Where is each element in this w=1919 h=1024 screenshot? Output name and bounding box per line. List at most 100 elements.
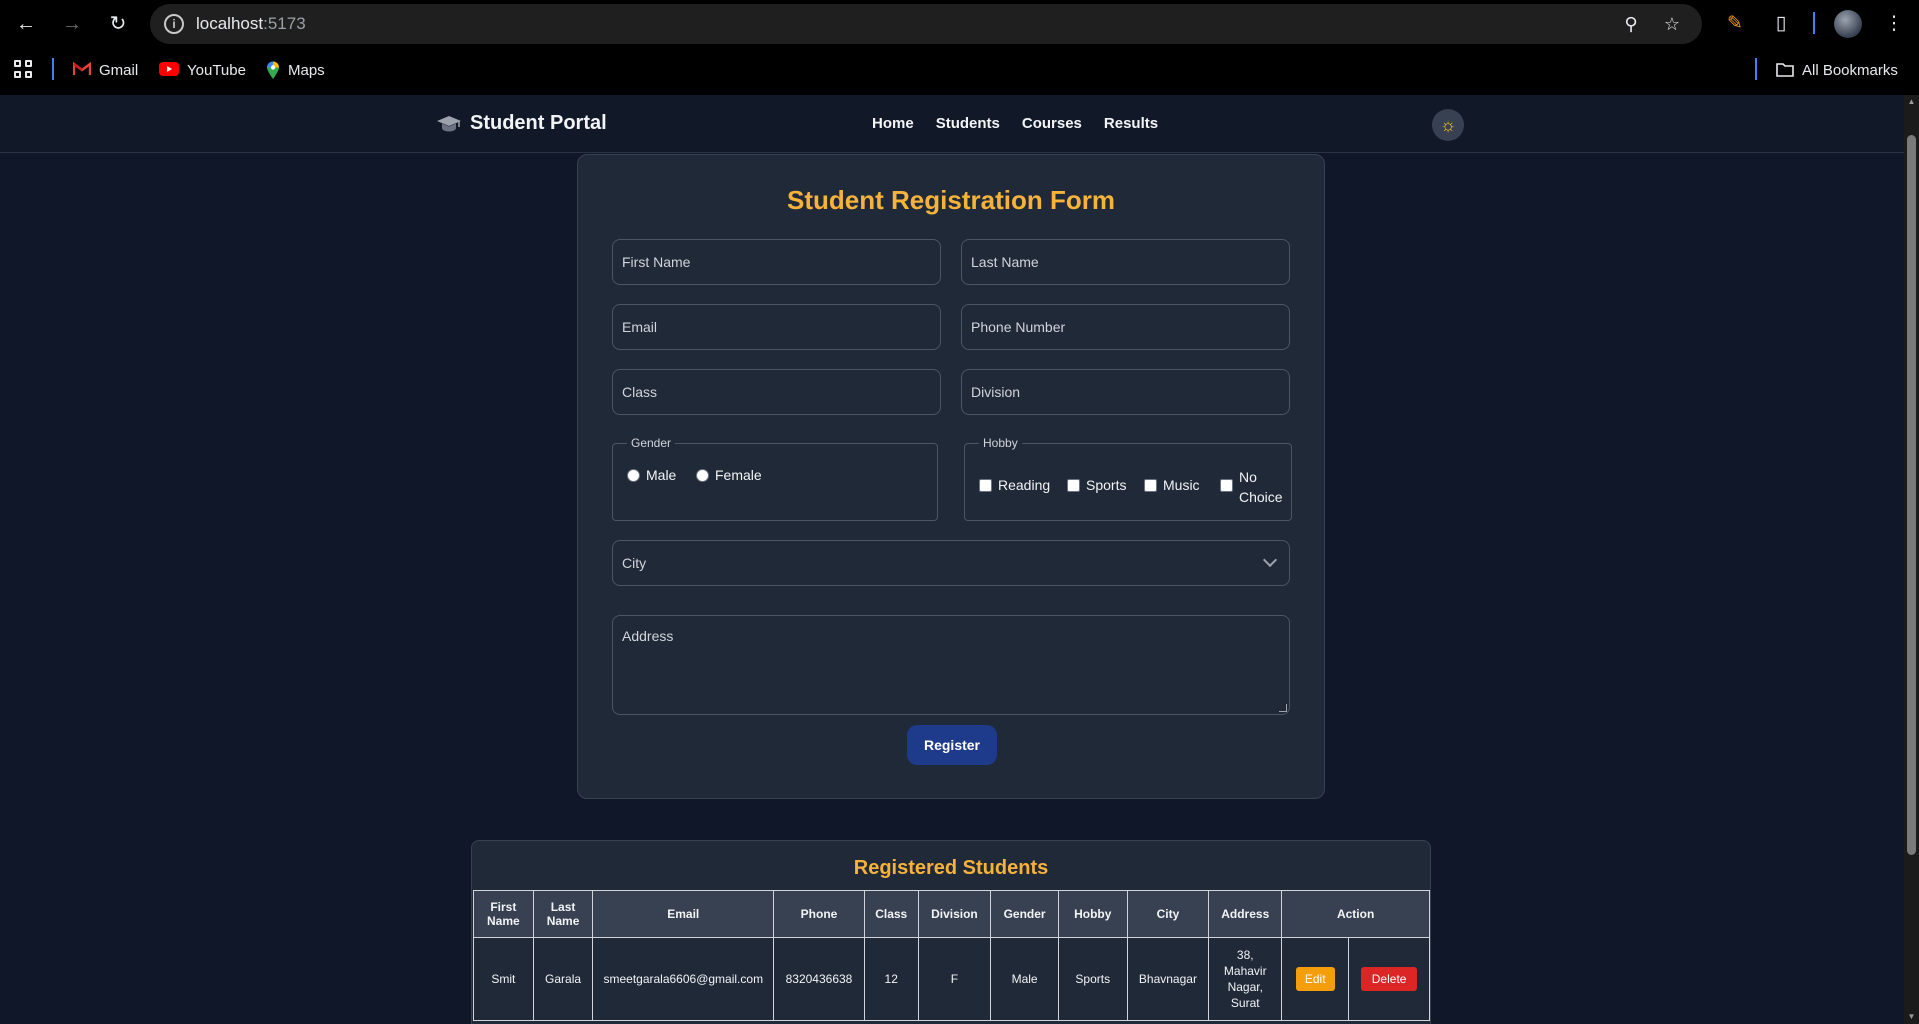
registration-form-card: Student Registration Form First Name Las… bbox=[577, 154, 1325, 799]
header-email: Email bbox=[592, 890, 775, 938]
folder-icon bbox=[1776, 62, 1794, 78]
scrollbar-thumb[interactable] bbox=[1907, 135, 1916, 855]
header-gender: Gender bbox=[990, 890, 1059, 938]
division-input[interactable]: Division bbox=[961, 369, 1290, 415]
all-bookmarks-divider bbox=[1755, 58, 1757, 80]
hobby-legend: Hobby bbox=[979, 436, 1022, 450]
sun-icon: ☼ bbox=[1439, 115, 1457, 135]
hobby-reading-label[interactable]: Reading bbox=[998, 477, 1050, 493]
nav-link-courses[interactable]: Courses bbox=[1022, 115, 1082, 132]
hobby-music-checkbox[interactable] bbox=[1144, 479, 1157, 492]
header-address: Address bbox=[1208, 890, 1283, 938]
gender-female-radio[interactable] bbox=[696, 469, 709, 482]
bookmark-star-icon[interactable]: ☆ bbox=[1661, 13, 1683, 35]
hobby-no-choice-label[interactable]: No Choice bbox=[1239, 467, 1289, 507]
app-navbar: Student Portal Home Students Courses Res… bbox=[0, 95, 1904, 153]
cell-gender: Male bbox=[990, 937, 1059, 1021]
gender-male-radio[interactable] bbox=[627, 469, 640, 482]
header-division: Division bbox=[917, 890, 992, 938]
pen-extension-icon[interactable]: ✎ bbox=[1723, 12, 1747, 36]
cell-division: F bbox=[917, 937, 992, 1021]
city-select-value: City bbox=[622, 555, 647, 571]
edit-button[interactable]: Edit bbox=[1295, 967, 1335, 991]
cell-last-name: Garala bbox=[532, 937, 594, 1021]
table-row: Smit Garala smeetgarala6606@gmail.com 83… bbox=[473, 937, 1430, 1021]
theme-toggle-button[interactable]: ☼ bbox=[1432, 109, 1464, 141]
cell-action: Edit Delete bbox=[1281, 937, 1430, 1021]
cell-email: smeetgarala6606@gmail.com bbox=[592, 937, 775, 1021]
forward-icon[interactable]: → bbox=[60, 12, 84, 36]
youtube-icon bbox=[159, 62, 179, 78]
hobby-sports-label[interactable]: Sports bbox=[1086, 477, 1126, 493]
toolbar-divider bbox=[1813, 12, 1815, 34]
register-button[interactable]: Register bbox=[907, 725, 997, 765]
resize-handle-icon[interactable] bbox=[1279, 704, 1287, 712]
menu-kebab-icon[interactable]: ⋮ bbox=[1882, 12, 1906, 36]
cell-class: 12 bbox=[863, 937, 919, 1021]
hobby-music-label[interactable]: Music bbox=[1163, 477, 1200, 493]
nav-link-students[interactable]: Students bbox=[936, 115, 1000, 132]
profile-avatar[interactable] bbox=[1834, 10, 1862, 38]
brand[interactable]: Student Portal bbox=[436, 112, 607, 135]
header-phone: Phone bbox=[773, 890, 865, 938]
maps-icon bbox=[266, 61, 280, 79]
hobby-sports-checkbox[interactable] bbox=[1067, 479, 1080, 492]
first-name-input[interactable]: First Name bbox=[612, 239, 941, 285]
hobby-reading-checkbox[interactable] bbox=[979, 479, 992, 492]
students-table: First Name Last Name Email Phone Class D… bbox=[473, 890, 1430, 1021]
gender-fieldset: Gender Male Female bbox=[612, 436, 938, 521]
cell-phone: 8320436638 bbox=[773, 937, 865, 1021]
cell-address: 38, Mahavir Nagar, Surat bbox=[1208, 937, 1283, 1021]
gender-legend: Gender bbox=[627, 436, 676, 450]
gender-male-label[interactable]: Male bbox=[646, 467, 676, 483]
cell-first-name: Smit bbox=[473, 937, 534, 1021]
chevron-down-icon bbox=[1262, 552, 1278, 568]
table-title: Registered Students bbox=[853, 857, 1049, 879]
url-text[interactable]: localhost:5173 bbox=[196, 14, 306, 34]
table-header-row: First Name Last Name Email Phone Class D… bbox=[473, 890, 1430, 938]
phone-input[interactable]: Phone Number bbox=[961, 304, 1290, 350]
apps-grid-icon[interactable] bbox=[14, 60, 34, 80]
scroll-up-arrow-icon[interactable]: ▲ bbox=[1907, 97, 1916, 107]
zoom-icon[interactable]: ⚲ bbox=[1620, 13, 1642, 35]
bookmark-maps[interactable]: Maps bbox=[266, 58, 325, 82]
header-city: City bbox=[1126, 890, 1210, 938]
bookmark-youtube[interactable]: YouTube bbox=[159, 58, 246, 82]
address-textarea[interactable]: Address bbox=[612, 615, 1290, 715]
back-icon[interactable]: ← bbox=[14, 12, 38, 36]
cell-city: Bhavnagar bbox=[1126, 937, 1210, 1021]
reload-icon[interactable]: ↻ bbox=[106, 12, 130, 36]
registered-students-card: Registered Students First Name Last Name… bbox=[471, 840, 1431, 1024]
header-action: Action bbox=[1281, 890, 1430, 938]
cell-hobby: Sports bbox=[1057, 937, 1128, 1021]
browser-toolbar: ← → ↻ i localhost:5173 ⚲ ☆ ✎ ▯ ⋮ bbox=[0, 0, 1919, 48]
page-scrollbar[interactable]: ▲ ▼ bbox=[1904, 95, 1919, 1024]
address-bar[interactable]: i localhost:5173 ⚲ ☆ bbox=[150, 4, 1702, 44]
extensions-icon[interactable]: ▯ bbox=[1769, 12, 1793, 36]
all-bookmarks-button[interactable]: All Bookmarks bbox=[1776, 58, 1898, 82]
page-viewport: Student Portal Home Students Courses Res… bbox=[0, 95, 1904, 1024]
bookmark-gmail[interactable]: Gmail bbox=[72, 58, 138, 82]
gender-female-label[interactable]: Female bbox=[715, 467, 762, 483]
header-class: Class bbox=[863, 890, 919, 938]
site-info-icon[interactable]: i bbox=[164, 14, 184, 34]
city-select[interactable]: City bbox=[612, 540, 1290, 586]
gmail-icon bbox=[72, 61, 92, 78]
bookmarks-divider bbox=[52, 58, 54, 80]
nav-link-results[interactable]: Results bbox=[1104, 115, 1158, 132]
hobby-fieldset: Hobby Reading Sports Music No Choice bbox=[964, 436, 1292, 521]
graduation-cap-icon bbox=[436, 115, 462, 133]
delete-button[interactable]: Delete bbox=[1360, 967, 1418, 991]
header-first-name: First Name bbox=[473, 890, 534, 938]
last-name-input[interactable]: Last Name bbox=[961, 239, 1290, 285]
address-placeholder: Address bbox=[622, 628, 674, 644]
email-input[interactable]: Email bbox=[612, 304, 941, 350]
class-input[interactable]: Class bbox=[612, 369, 941, 415]
header-last-name: Last Name bbox=[532, 890, 594, 938]
nav-link-home[interactable]: Home bbox=[872, 115, 914, 132]
hobby-no-choice-checkbox[interactable] bbox=[1220, 479, 1233, 492]
scroll-down-arrow-icon[interactable]: ▼ bbox=[1907, 1012, 1916, 1022]
nav-links: Home Students Courses Results bbox=[872, 115, 1158, 132]
header-hobby: Hobby bbox=[1057, 890, 1128, 938]
form-title: Student Registration Form bbox=[787, 185, 1115, 215]
